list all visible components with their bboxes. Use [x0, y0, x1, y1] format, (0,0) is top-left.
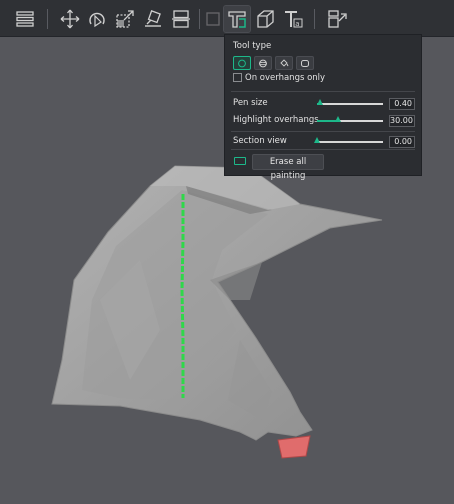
section-view-slider[interactable] — [313, 137, 383, 143]
hidden-tool-button — [200, 6, 226, 32]
move-button[interactable] — [57, 6, 83, 32]
fill-tool-icon — [280, 58, 289, 67]
keyboard-icon — [234, 157, 246, 165]
cut-icon — [172, 10, 190, 28]
highlight-overhangs-slider-handle[interactable] — [335, 116, 342, 122]
section-view-slider-handle[interactable] — [313, 137, 320, 143]
arrange-icon — [16, 11, 34, 27]
fill-tool-button[interactable] — [275, 56, 293, 70]
scale-icon — [116, 10, 134, 28]
lay-on-face-icon — [145, 10, 161, 27]
circle-tool-button[interactable] — [233, 56, 251, 70]
pen-size-slider-handle[interactable] — [316, 99, 323, 105]
on-overhangs-only-label: On overhangs only — [245, 73, 326, 83]
arrange-button[interactable] — [12, 6, 38, 32]
tool-type-label: Tool type — [233, 41, 272, 51]
scale-button[interactable] — [112, 6, 138, 32]
seam-painting-icon — [257, 10, 274, 28]
toolbar-separator — [314, 9, 315, 29]
cut-button[interactable] — [168, 6, 194, 32]
gap-fill-tool-button[interactable] — [296, 56, 314, 70]
support-painting-button[interactable] — [223, 5, 251, 33]
gap-fill-tool-icon — [301, 59, 309, 67]
section-view-value[interactable]: 0.00 — [389, 136, 415, 148]
rotate-icon — [89, 12, 105, 28]
highlight-overhangs-label: Highlight overhangs — [233, 115, 319, 125]
assembly-button[interactable] — [324, 6, 350, 32]
svg-text:a: a — [295, 20, 299, 28]
pen-size-label: Pen size — [233, 98, 268, 108]
highlight-overhangs-value[interactable]: 30.00 — [389, 115, 415, 127]
lay-on-face-button[interactable] — [140, 6, 166, 32]
seam-painting-button[interactable] — [252, 6, 278, 32]
text-tool-icon: a — [285, 11, 303, 28]
top-toolbar: a — [0, 0, 454, 37]
highlight-overhangs-slider[interactable] — [317, 116, 383, 122]
circle-tool-icon — [238, 59, 246, 67]
text-tool-button[interactable]: a — [280, 6, 306, 32]
erase-all-painting-button[interactable]: Erase all painting — [252, 154, 324, 181]
sphere-tool-icon — [259, 59, 267, 67]
rotate-button[interactable] — [84, 6, 110, 32]
section-view-label: Section view — [233, 136, 287, 146]
assembly-icon — [328, 10, 347, 28]
selected-face[interactable] — [277, 435, 311, 459]
support-painting-icon — [228, 11, 246, 28]
pen-size-value[interactable]: 0.40 — [389, 98, 415, 110]
panel-divider — [231, 131, 415, 132]
panel-divider — [231, 91, 415, 92]
sphere-tool-button[interactable] — [254, 56, 272, 70]
pen-size-slider[interactable] — [316, 99, 383, 105]
on-overhangs-only-checkbox[interactable] — [233, 73, 242, 82]
panel-divider — [231, 149, 415, 150]
support-painting-panel: Tool type On overhangs only Pen size 0.4… — [224, 34, 422, 181]
move-icon — [60, 9, 80, 29]
toolbar-separator — [47, 9, 48, 29]
faded-square-icon — [206, 12, 220, 26]
